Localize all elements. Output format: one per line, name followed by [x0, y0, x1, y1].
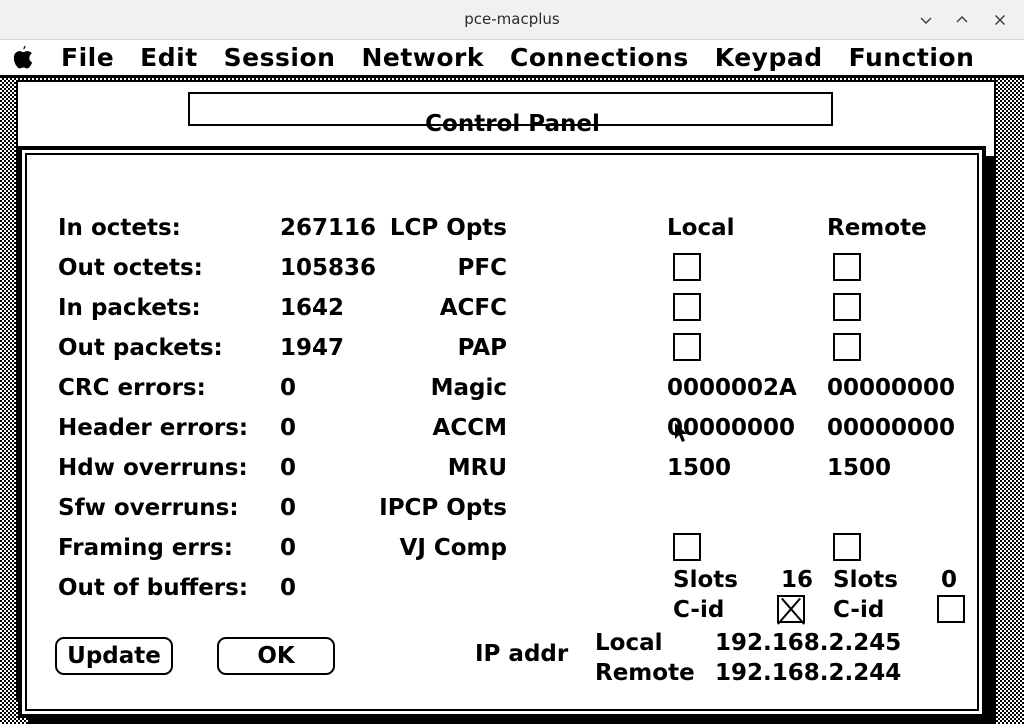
stat-value-out-packets: 1947: [280, 335, 345, 361]
lcp-row-label-acfc: ACFC: [439, 295, 507, 321]
lcp-pap-remote-checkbox[interactable]: [833, 333, 861, 361]
menu-item-function[interactable]: Function: [836, 41, 988, 75]
lcp-acfc-remote-checkbox[interactable]: [833, 293, 861, 321]
emulator-screen: File Edit Session Network Connections Ke…: [0, 40, 1024, 724]
lcp-row-label-pap: PAP: [457, 335, 507, 361]
close-button[interactable]: [986, 6, 1014, 34]
menu-item-file[interactable]: File: [48, 41, 127, 75]
menu-item-session[interactable]: Session: [211, 41, 349, 75]
ip-addr-remote-value: 192.168.2.244: [715, 660, 902, 686]
stat-value-hdw-overruns: 0: [280, 455, 297, 481]
ipcp-cid-remote-label: C-id: [833, 597, 885, 623]
chevron-up-icon: [954, 12, 970, 28]
stat-label-hdw-overruns: Hdw overruns:: [58, 455, 248, 481]
stat-label-sfw-overruns: Sfw overruns:: [58, 495, 239, 521]
ipcp-cid-local-label: C-id: [673, 597, 725, 623]
ipcp-slots-local-value: 16: [781, 567, 814, 593]
background-window-title-box: Control Panel: [188, 92, 833, 137]
ipcp-slots-remote-label: Slots: [833, 567, 898, 593]
lcp-magic-local-value: 0000002A: [667, 375, 797, 401]
ip-addr-local-value: 192.168.2.245: [715, 630, 902, 656]
stat-value-in-packets: 1642: [280, 295, 345, 321]
close-icon: [992, 12, 1008, 28]
stat-value-header-errors: 0: [280, 415, 297, 441]
lcp-magic-remote-value: 00000000: [827, 375, 956, 401]
ipcp-cid-local-checkbox[interactable]: [777, 595, 805, 623]
stat-label-framing-errs: Framing errs:: [58, 535, 233, 561]
lcp-accm-local-value: 00000000: [667, 415, 796, 441]
menu-item-connections[interactable]: Connections: [497, 41, 702, 75]
ipcp-cid-remote-checkbox[interactable]: [937, 595, 965, 623]
stat-label-out-octets: Out octets:: [58, 255, 203, 281]
lcp-accm-remote-value: 00000000: [827, 415, 956, 441]
ok-button[interactable]: OK: [217, 637, 335, 675]
ipcp-vj-comp-local-checkbox[interactable]: [673, 533, 701, 561]
lcp-mru-local-value: 1500: [667, 455, 732, 481]
dialog-content: In octets: Out octets: In packets: Out p…: [25, 153, 979, 711]
ipcp-opts-heading: IPCP Opts: [379, 495, 507, 521]
host-window-titlebar: pce-macplus: [0, 0, 1024, 40]
lcp-pfc-local-checkbox[interactable]: [673, 253, 701, 281]
stat-value-out-of-buffers: 0: [280, 575, 297, 601]
ipcp-slots-local-label: Slots: [673, 567, 738, 593]
background-window-title: Control Panel: [425, 111, 600, 137]
apple-menu-icon[interactable]: [0, 45, 48, 71]
stat-label-header-errors: Header errors:: [58, 415, 249, 441]
maximize-button[interactable]: [948, 6, 976, 34]
lcp-row-label-magic: Magic: [430, 375, 507, 401]
stat-label-crc-errors: CRC errors:: [58, 375, 206, 401]
lcp-row-label-accm: ACCM: [432, 415, 507, 441]
stat-label-in-octets: In octets:: [58, 215, 181, 241]
lcp-pap-local-checkbox[interactable]: [673, 333, 701, 361]
menu-item-edit[interactable]: Edit: [127, 41, 211, 75]
menu-item-keypad[interactable]: Keypad: [702, 41, 836, 75]
host-window-title: pce-macplus: [464, 10, 560, 28]
ip-addr-remote-label: Remote: [595, 660, 695, 686]
column-header-remote: Remote: [827, 215, 927, 241]
lcp-opts-heading: LCP Opts: [389, 215, 507, 241]
menu-item-network[interactable]: Network: [348, 41, 497, 75]
ip-addr-local-label: Local: [595, 630, 663, 656]
chevron-down-icon: [918, 12, 934, 28]
stat-label-out-of-buffers: Out of buffers:: [58, 575, 249, 601]
stat-value-crc-errors: 0: [280, 375, 297, 401]
minimize-button[interactable]: [912, 6, 940, 34]
stat-value-framing-errs: 0: [280, 535, 297, 561]
lcp-mru-remote-value: 1500: [827, 455, 892, 481]
stat-label-in-packets: In packets:: [58, 295, 201, 321]
lcp-pfc-remote-checkbox[interactable]: [833, 253, 861, 281]
lcp-row-label-mru: MRU: [447, 455, 507, 481]
stat-value-sfw-overruns: 0: [280, 495, 297, 521]
ipcp-vj-comp-label: VJ Comp: [399, 535, 507, 561]
lcp-row-label-pfc: PFC: [457, 255, 507, 281]
stat-label-out-packets: Out packets:: [58, 335, 223, 361]
mac-menu-bar: File Edit Session Network Connections Ke…: [0, 40, 1024, 78]
ip-addr-heading: IP addr: [475, 641, 569, 667]
ipcp-vj-comp-remote-checkbox[interactable]: [833, 533, 861, 561]
ppp-statistics-dialog: In octets: Out octets: In packets: Out p…: [18, 146, 986, 718]
column-header-local: Local: [667, 215, 735, 241]
lcp-acfc-local-checkbox[interactable]: [673, 293, 701, 321]
mac-desktop: Control Panel In octets: Out octets: In …: [0, 78, 1024, 724]
update-button[interactable]: Update: [55, 637, 173, 675]
ipcp-slots-remote-value: 0: [941, 567, 958, 593]
